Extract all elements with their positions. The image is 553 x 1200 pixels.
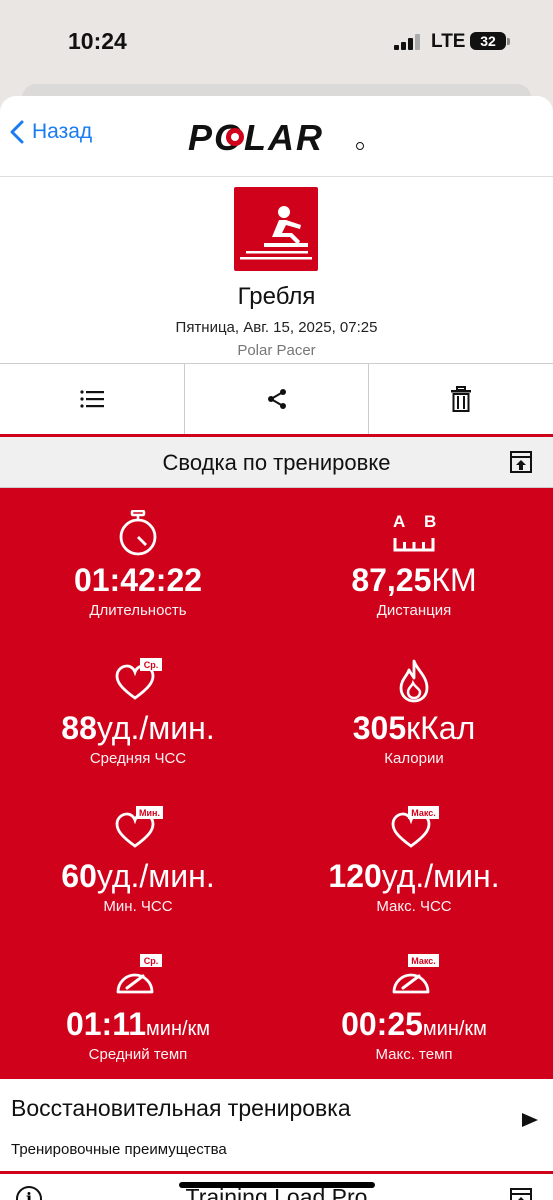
avg-pace-label: Средний темп	[88, 1046, 188, 1063]
calories-unit: кКал	[406, 710, 476, 746]
distance-value: 87,25	[351, 562, 432, 598]
svg-text:Макс.: Макс.	[411, 808, 436, 818]
avg-hr-unit: уд./мин.	[96, 710, 215, 746]
play-arrow-icon	[522, 1113, 538, 1127]
heart-max-icon: Макс.	[391, 806, 439, 848]
back-label: Назад	[32, 120, 93, 143]
activity-header: Гребля Пятница, Авг. 15, 2025, 07:25 Pol…	[0, 177, 553, 364]
gauge-avg-icon: Ср.	[116, 954, 162, 994]
distance-icon: A B	[393, 512, 436, 552]
stat-min-hr: Мин. 60уд./мин. Мин. ЧСС	[0, 800, 276, 915]
stat-max-pace: Макс. 00:25мин/км Макс. темп	[276, 948, 552, 1063]
signal-icon	[394, 34, 424, 50]
training-benefit-row[interactable]: Восстановительная тренировка Тренировочн…	[0, 1079, 553, 1174]
distance-label: Дистанция	[376, 602, 452, 619]
stat-calories: 305кКал Калории	[276, 652, 552, 767]
avg-hr-value: 88	[61, 710, 97, 746]
svg-text:Мин.: Мин.	[139, 808, 160, 818]
max-hr-unit: уд./мин.	[381, 858, 500, 894]
collapse-icon-training-load[interactable]	[510, 1188, 532, 1200]
avg-pace-value: 01:11	[65, 1006, 147, 1042]
rowing-icon	[234, 187, 318, 271]
heart-min-icon: Мин.	[115, 806, 163, 848]
stat-distance: A B 87,25КМ Дистанция	[276, 504, 552, 619]
details-button[interactable]	[0, 364, 185, 434]
svg-text:Ср.: Ср.	[144, 956, 159, 966]
avg-hr-label: Средняя ЧСС	[89, 750, 187, 767]
avg-pace-unit: мин/км	[146, 1018, 211, 1040]
max-hr-label: Макс. ЧСС	[376, 898, 452, 915]
sport-name: Гребля	[237, 283, 316, 310]
svg-text:Макс.: Макс.	[411, 956, 436, 966]
max-pace-value: 00:25	[341, 1006, 423, 1042]
flame-icon	[399, 659, 429, 703]
training-benefit-subtitle: Тренировочные преимущества	[11, 1141, 227, 1158]
duration-value: 01:42:22	[73, 562, 203, 598]
chevron-left-icon	[10, 120, 24, 144]
stat-duration: 01:42:22 Длительность	[0, 504, 276, 619]
stat-avg-pace: Ср. 01:11мин/км Средний темп	[0, 948, 276, 1063]
heart-avg-icon: Ср.	[115, 658, 162, 700]
training-benefit-title: Восстановительная тренировка	[11, 1095, 351, 1121]
duration-label: Длительность	[89, 602, 187, 619]
workout-sheet: Назад POLAR Гребля Пятница, Авг. 15, 202…	[0, 96, 553, 1200]
polar-logo: POLAR	[188, 120, 364, 156]
navbar: Назад POLAR	[0, 96, 553, 177]
trash-icon	[451, 386, 472, 412]
battery-icon: 32	[470, 32, 506, 50]
network-type: LTE	[431, 31, 466, 52]
back-button[interactable]: Назад	[10, 120, 92, 144]
min-hr-label: Мин. ЧСС	[103, 898, 173, 915]
min-hr-value: 60	[61, 858, 97, 894]
max-pace-unit: мин/км	[422, 1018, 487, 1040]
summary-title: Сводка по тренировке	[162, 450, 391, 475]
max-hr-value: 120	[328, 858, 382, 894]
stat-avg-hr: Ср. 88уд./мин. Средняя ЧСС	[0, 652, 276, 767]
battery-tip	[507, 38, 510, 45]
summary-header[interactable]: Сводка по тренировке	[0, 437, 553, 488]
min-hr-unit: уд./мин.	[96, 858, 215, 894]
calories-value: 305	[352, 710, 407, 746]
svg-text:A: A	[393, 512, 405, 531]
calories-label: Калории	[384, 750, 444, 767]
action-bar	[0, 364, 553, 437]
svg-text:POLAR: POLAR	[188, 120, 324, 156]
home-indicator	[179, 1182, 375, 1188]
list-icon	[80, 390, 104, 408]
share-button[interactable]	[185, 364, 370, 434]
stat-max-hr: Макс. 120уд./мин. Макс. ЧСС	[276, 800, 552, 915]
svg-text:Ср.: Ср.	[144, 660, 159, 670]
share-icon	[267, 389, 286, 409]
max-pace-label: Макс. темп	[375, 1046, 453, 1063]
distance-unit: КМ	[431, 562, 477, 598]
gauge-max-icon: Макс.	[392, 954, 439, 994]
stats-panel: 01:42:22 Длительность A B 87,25КМ Дистан…	[0, 488, 553, 1079]
status-bar: 10:24 LTE 32	[0, 0, 553, 84]
status-time: 10:24	[68, 28, 127, 54]
device-name: Polar Pacer	[237, 342, 316, 359]
svg-text:B: B	[424, 512, 436, 531]
workout-date: Пятница, Авг. 15, 2025, 07:25	[175, 319, 378, 336]
stopwatch-icon	[119, 510, 157, 556]
delete-button[interactable]	[369, 364, 553, 434]
collapse-icon[interactable]	[510, 451, 532, 473]
